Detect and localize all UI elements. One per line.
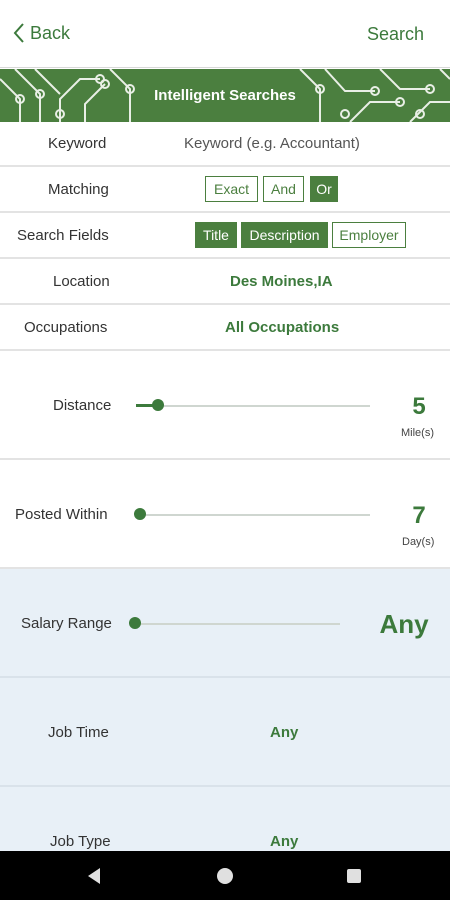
field-employer-option[interactable]: Employer [332, 222, 406, 248]
job-time-value[interactable]: Any [270, 724, 298, 741]
salary-range-row: Salary Range Any [0, 569, 450, 678]
salary-range-label: Salary Range [21, 615, 112, 632]
posted-within-row: Posted Within 7 Day(s) [0, 460, 450, 569]
posted-within-label: Posted Within [15, 506, 108, 523]
posted-within-value: 7 [412, 502, 426, 529]
search-button[interactable]: Search [367, 24, 424, 45]
matching-and-option[interactable]: And [263, 176, 304, 202]
distance-label: Distance [53, 397, 112, 414]
distance-value: 5 [412, 393, 426, 420]
banner-title-wrap: Intelligent Searches [0, 69, 450, 122]
field-description-option[interactable]: Description [241, 222, 328, 248]
banner: Intelligent Searches [0, 69, 450, 122]
distance-unit: Mile(s) [401, 427, 434, 439]
back-button[interactable]: Back [12, 22, 70, 44]
salary-slider-thumb[interactable] [129, 617, 141, 629]
location-label: Location [53, 273, 110, 290]
location-row[interactable]: Location Des Moines,IA [0, 259, 450, 305]
back-triangle-icon[interactable] [86, 867, 102, 885]
occupations-row[interactable]: Occupations All Occupations [0, 305, 450, 351]
field-title-option[interactable]: Title [195, 222, 237, 248]
banner-title: Intelligent Searches [150, 85, 300, 106]
top-bar: Back Search [0, 0, 450, 68]
back-label: Back [30, 22, 71, 43]
job-time-label: Job Time [48, 724, 109, 741]
job-type-label: Job Type [50, 833, 111, 850]
keyword-label: Keyword [48, 135, 107, 152]
keyword-row[interactable]: Keyword Keyword (e.g. Accountant) [0, 122, 450, 167]
matching-exact-option[interactable]: Exact [205, 176, 258, 202]
job-time-row[interactable]: Job Time Any [0, 678, 450, 787]
occupations-label: Occupations [24, 319, 108, 336]
salary-slider-track[interactable] [135, 623, 340, 625]
distance-row: Distance 5 Mile(s) [0, 351, 450, 460]
job-type-row[interactable]: Job Type Any [0, 787, 450, 851]
posted-within-slider-track[interactable] [140, 514, 370, 516]
keyword-input[interactable]: Keyword (e.g. Accountant) [184, 135, 360, 152]
distance-slider-track[interactable] [136, 405, 370, 407]
search-fields-row: Search Fields Title Description Employer [0, 213, 450, 259]
location-value[interactable]: Des Moines,IA [230, 273, 333, 290]
salary-range-value: Any [379, 609, 429, 639]
chevron-left-icon [13, 23, 24, 43]
home-circle-icon[interactable] [217, 868, 233, 884]
job-type-value[interactable]: Any [270, 833, 298, 850]
occupations-value[interactable]: All Occupations [225, 319, 339, 336]
system-nav-bar [0, 851, 450, 900]
posted-within-unit: Day(s) [402, 536, 435, 548]
matching-label: Matching [48, 181, 109, 198]
posted-within-slider-thumb[interactable] [134, 508, 146, 520]
recents-square-icon[interactable] [347, 869, 361, 883]
matching-row: Matching Exact And Or [0, 167, 450, 213]
distance-slider-thumb[interactable] [152, 399, 164, 411]
search-fields-label: Search Fields [17, 227, 109, 244]
matching-or-option[interactable]: Or [310, 176, 338, 202]
